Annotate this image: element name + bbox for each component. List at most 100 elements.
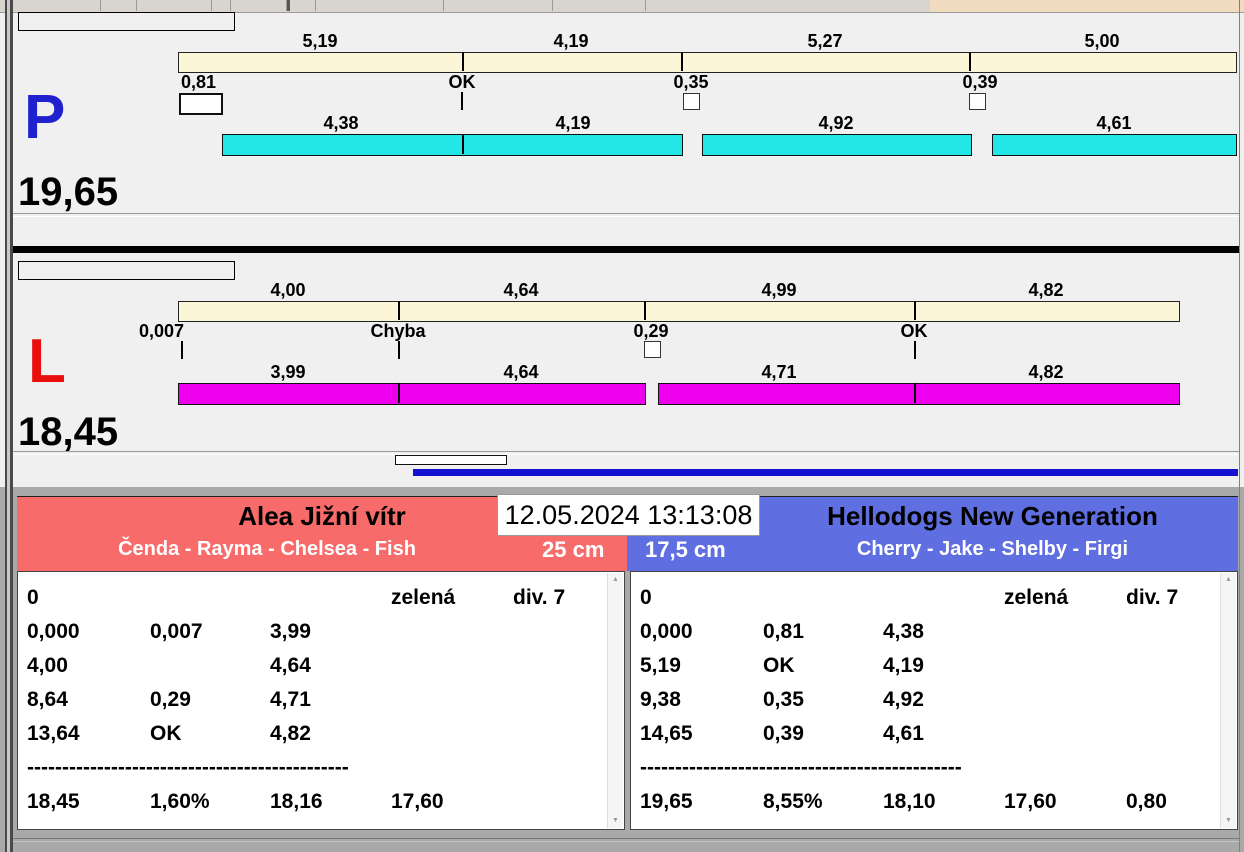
split-divider [681,52,683,71]
team-right-name: Hellodogs New Generation [827,501,1158,531]
leg-divider [914,383,916,403]
split-label-p-4: 5,00 [1084,31,1120,51]
lane-total-p: 19,65 [18,170,119,214]
bottom-edge-line [12,838,1240,842]
result-cell: zelená [391,586,456,609]
leg-bar-l-1 [178,383,646,405]
gate-label-l-3: 0,29 [633,321,669,341]
leg-bar-p-2 [702,134,972,156]
split-label-l-2: 4,64 [503,280,539,300]
top-strip-divider [443,0,444,11]
split-label-p-2: 4,19 [553,31,589,51]
top-strip-divider [552,0,553,11]
result-cell: 18,10 [883,790,936,813]
leg-label-l-4: 4,82 [1028,362,1064,382]
result-cell: 13,64 [27,722,80,745]
team-right-results-table[interactable]: 0 zelená div. 7 0,000 0,81 4,38 5,19 OK … [630,571,1238,830]
top-strip-divider [645,0,646,11]
lane-letter-p: P [24,83,66,152]
gate-checkbox-p-4[interactable] [969,93,986,110]
leg-label-p-1: 4,38 [323,113,359,133]
result-cell: 0 [640,586,652,609]
result-cell: 17,60 [1004,790,1057,813]
result-cell: 0,000 [27,620,80,643]
result-cell: 4,71 [270,688,311,711]
result-cell: 3,99 [270,620,311,643]
leg-bar-l-2 [658,383,1180,405]
split-label-p-3: 5,27 [807,31,843,51]
top-strip-marker [286,0,290,11]
datetime-text: 12.05.2024 13:13:08 [504,500,753,530]
split-label-p-1: 5,19 [302,31,338,51]
leg-label-l-3: 4,71 [761,362,797,382]
team-left-dogs: Čenda - Rayma - Chelsea - Fish [118,538,416,560]
gate-checkbox-l-3[interactable] [644,341,661,358]
gate-label-p-2: OK [448,72,476,92]
section-divider-line [13,451,1239,455]
result-cell: 18,16 [270,790,323,813]
result-cell: OK [763,654,795,677]
split-label-l-1: 4,00 [270,280,306,300]
scroll-up-icon[interactable]: ▲ [1221,573,1236,587]
leg-label-p-3: 4,92 [818,113,854,133]
team-right-dogs: Cherry - Jake - Shelby - Firgi [856,538,1129,560]
result-cell: 4,38 [883,620,924,643]
gate-label-l-2: Chyba [370,321,426,341]
gate-tick-p [461,92,463,110]
team-left-jump-height: 25 cm [542,537,605,562]
progress-bar [413,469,1238,476]
results-separator: ----------------------------------------… [640,756,962,779]
scrollbar[interactable]: ▲ ▼ [607,573,623,828]
start-lights-l [18,261,235,280]
gate-tick-l-4 [914,341,916,359]
top-strip-divider [230,0,231,11]
split-divider [462,52,464,71]
split-divider [398,301,400,320]
gate-checkbox-p-3[interactable] [683,93,700,110]
result-cell: 8,64 [27,688,68,711]
result-cell: 1,60% [150,790,210,813]
scroll-down-icon[interactable]: ▼ [608,814,623,828]
split-divider [914,301,916,320]
result-cell: div. 7 [1126,586,1179,609]
timeline-marker-box[interactable] [395,455,507,465]
split-divider [969,52,971,71]
scrollbar[interactable]: ▲ ▼ [1220,573,1236,828]
split-divider [644,301,646,320]
result-cell: 4,00 [27,654,68,677]
leg-bar-p-1 [222,134,683,156]
result-cell: 17,60 [391,790,444,813]
leg-bar-p-3 [992,134,1237,156]
lane-separator-bar [12,246,1239,253]
gate-tick-l-2 [398,341,400,359]
top-strip-divider [100,0,101,11]
result-cell: 4,61 [883,722,924,745]
gate-tick-l-1 [181,341,183,359]
leg-label-l-2: 4,64 [503,362,539,382]
scroll-up-icon[interactable]: ▲ [608,573,623,587]
result-cell: div. 7 [513,586,566,609]
split-label-l-3: 4,99 [761,280,797,300]
result-cell: 0,29 [150,688,191,711]
gate-label-l-1: 0,007 [139,321,185,341]
result-cell: 14,65 [640,722,693,745]
leg-label-p-4: 4,61 [1096,113,1132,133]
window-right-frame [1239,0,1240,852]
top-strip-divider [315,0,316,11]
lane-letter-l: L [28,327,66,396]
scroll-down-icon[interactable]: ▼ [1221,814,1236,828]
gate-label-p-4: 0,39 [962,72,998,92]
team-left-results-table[interactable]: 0 zelená div. 7 0,000 0,007 3,99 4,00 4,… [17,571,625,830]
result-cell: 0 [27,586,39,609]
lane-total-l: 18,45 [18,410,119,454]
result-cell: 18,45 [27,790,80,813]
result-cell: 4,19 [883,654,924,677]
split-bar-l [178,301,1180,322]
result-cell: 5,19 [640,654,681,677]
leg-label-p-2: 4,19 [555,113,591,133]
result-cell: 8,55% [763,790,823,813]
top-strip-divider [211,0,212,11]
result-cell: 0,80 [1126,790,1167,813]
timing-app-window: 5,19 4,19 5,27 5,00 0,81 OK 0,35 0,39 4,… [0,0,1244,852]
gate-label-p-3: 0,35 [673,72,709,92]
